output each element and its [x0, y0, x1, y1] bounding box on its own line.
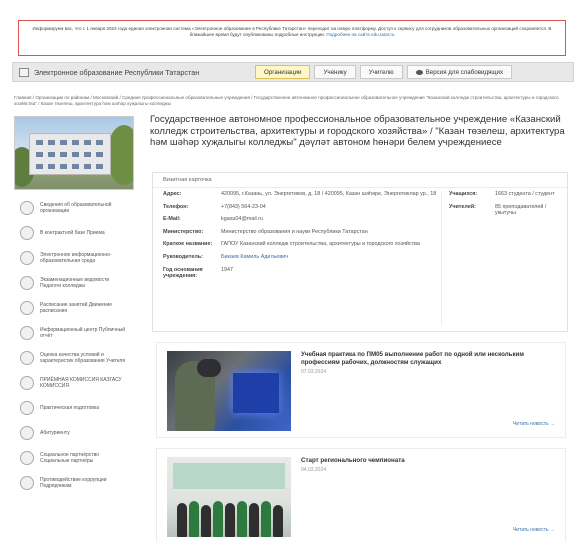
sidebar-item-schedule[interactable]: Расписание занятий Движение расписания [14, 298, 134, 318]
sidebar-item-label: Экзаменационные ведомости Педагоги колле… [40, 277, 110, 289]
organization-card: Визитная карточка Адрес: 420095, г.Казан… [152, 172, 568, 332]
sidebar-menu: Сведения об образовательной организации … [14, 198, 134, 493]
sidebar-item-label: Оценка качества условий и характеристик … [40, 352, 126, 364]
sidebar-item-contract[interactable]: В контрактной базе Приема [14, 223, 134, 243]
sidebar-item-applicant[interactable]: Абитуриенту [14, 423, 134, 443]
field-director: Руководитель: Бикаев Камиль Адильевич [163, 254, 441, 261]
card-heading: Визитная карточка [153, 173, 567, 188]
info-icon [20, 226, 34, 240]
field-key: Руководитель: [163, 253, 203, 260]
card-fields: Адрес: 420095, г.Казань, ул. Энергетиков… [163, 191, 441, 286]
eye-icon [415, 69, 423, 75]
field-value: 1663 студента / студент [495, 191, 555, 197]
tab-teacher[interactable]: Учителю [359, 65, 403, 79]
field-key: Адрес: [163, 191, 182, 197]
sidebar-item-label: Социальное партнёрство Социальные партнё… [40, 452, 100, 464]
accessibility-version-button[interactable]: Версия для слабовидящих [406, 65, 513, 79]
news-date: 04.03.2024 [301, 467, 327, 473]
campus-photo [14, 116, 134, 190]
sidebar-item-label: Информационный центр Публичный отчёт [40, 327, 126, 339]
news-date: 07.03.2024 [301, 369, 327, 375]
handshake-icon [20, 451, 34, 465]
shield-icon [20, 476, 34, 490]
info-icon [20, 426, 34, 440]
field-key: E-Mail: [163, 216, 181, 223]
tab-student[interactable]: Ученику [314, 65, 356, 79]
site-name[interactable]: Электронное образование Республики Татар… [13, 67, 255, 77]
field-phone: Телефон: +7(843) 564-23-04 [163, 204, 441, 211]
top-navigation-bar: Электронное образование Республики Татар… [12, 62, 574, 82]
field-key: Телефон: [163, 203, 189, 210]
accessibility-label: Версия для слабовидящих [425, 68, 504, 76]
sidebar-item-exams[interactable]: Экзаменационные ведомости Педагоги колле… [14, 273, 134, 293]
field-key: Краткое название: [163, 241, 213, 248]
sidebar-item-anticorruption[interactable]: Противодействие коррупции Подрядчикам [14, 473, 134, 493]
card-stats: Учащихся: 1663 студента / студент Учител… [449, 191, 563, 223]
director-link[interactable]: Бикаев Камиль Адильевич [221, 254, 439, 261]
home-icon [19, 67, 29, 77]
read-more-link[interactable]: Читать новость → [513, 527, 555, 533]
read-more-link[interactable]: Читать новость → [513, 421, 555, 427]
field-founded: Год основания учреждения: 1947 [163, 267, 441, 280]
sidebar: Сведения об образовательной организации … [14, 116, 134, 498]
sidebar-item-label: Расписание занятий Движение расписания [40, 302, 113, 314]
field-short-name: Краткое название: ГАПОУ Казанский коллед… [163, 241, 441, 248]
sidebar-item-practice[interactable]: Практическая подготовка [14, 398, 134, 418]
sidebar-item-label: Сведения об образовательной организации [40, 202, 112, 214]
notice-link[interactable]: Подробнее на сайте edu.tatar.ru [326, 32, 394, 37]
notice-text: Информируем вас, что с 1 января 2024 год… [32, 26, 552, 38]
info-icon [20, 201, 34, 215]
field-key: Учителей: [449, 203, 476, 210]
field-students: Учащихся: 1663 студента / студент [449, 191, 563, 198]
calendar-icon [20, 301, 34, 315]
sidebar-item-label: Практическая подготовка [40, 405, 99, 411]
field-key: Учащихся: [449, 191, 478, 197]
document-icon [20, 276, 34, 290]
sidebar-item-e-environment[interactable]: Электронное информационно-образовательна… [14, 248, 134, 268]
field-value: 85 преподавателей / укытучы [495, 203, 547, 217]
field-value: Министерство образования и науки Республ… [221, 228, 368, 235]
sidebar-item-org-info[interactable]: Сведения об образовательной организации [14, 198, 134, 218]
info-icon [20, 251, 34, 265]
field-value: ГАПОУ Казанский колледж строительства, а… [221, 241, 420, 248]
news-photo-welding[interactable] [167, 351, 291, 431]
field-key: Министерство: [163, 228, 204, 235]
field-email: E-Mail: kgasu04@mail.ru [163, 216, 441, 223]
sidebar-item-label: Абитуриенту [40, 430, 70, 436]
document-icon [20, 326, 34, 340]
document-icon [20, 351, 34, 365]
sidebar-item-label: ПРИЁМНАЯ КОМИССИЯ КАЗГАСУ КОМИССИЯ [40, 377, 122, 389]
field-address: Адрес: 420095, г.Казань, ул. Энергетиков… [163, 191, 441, 198]
news-photo-group[interactable] [167, 457, 291, 537]
sidebar-item-info-center[interactable]: Информационный центр Публичный отчёт [14, 323, 134, 343]
news-title[interactable]: Старт регионального чемпионата [301, 457, 559, 465]
notice-banner: Информируем вас, что с 1 января 2024 год… [18, 20, 566, 56]
field-value: +7(843) 564-23-04 [221, 203, 266, 210]
field-value: 420095, г.Казань, ул. Энергетиков, д. 18… [221, 191, 437, 197]
info-icon [20, 401, 34, 415]
news-item[interactable]: Старт регионального чемпионата 04.03.202… [156, 448, 566, 542]
sidebar-item-partnership[interactable]: Социальное партнёрство Социальные партнё… [14, 448, 134, 468]
news-title[interactable]: Учебная практика по ПМ05 выполнение рабо… [301, 351, 559, 366]
sidebar-item-quality[interactable]: Оценка качества условий и характеристик … [14, 348, 134, 368]
field-ministry: Министерство: Министерство образования и… [163, 229, 441, 236]
sidebar-item-label: В контрактной базе Приема [40, 230, 105, 236]
page-title: Государственное автономное профессиональ… [150, 114, 565, 149]
breadcrumb[interactable]: Главная / Организации по районам / Моско… [14, 95, 576, 107]
field-value[interactable]: kgasu04@mail.ru [221, 216, 439, 223]
field-key: Год основания учреждения: [163, 266, 203, 280]
news-item[interactable]: Учебная практика по ПМ05 выполнение рабо… [156, 342, 566, 438]
building-icon [20, 376, 34, 390]
sidebar-item-label: Электронное информационно-образовательна… [40, 252, 112, 264]
sidebar-item-admission[interactable]: ПРИЁМНАЯ КОМИССИЯ КАЗГАСУ КОМИССИЯ [14, 373, 134, 393]
field-teachers: Учителей: 85 преподавателей / укытучы [449, 204, 563, 217]
site-name-label: Электронное образование Республики Татар… [34, 67, 200, 77]
card-divider [441, 191, 442, 325]
sidebar-item-label: Противодействие коррупции Подрядчикам [40, 477, 107, 489]
tab-organizations[interactable]: Организации [255, 65, 311, 79]
field-value: 1947 [221, 266, 233, 273]
